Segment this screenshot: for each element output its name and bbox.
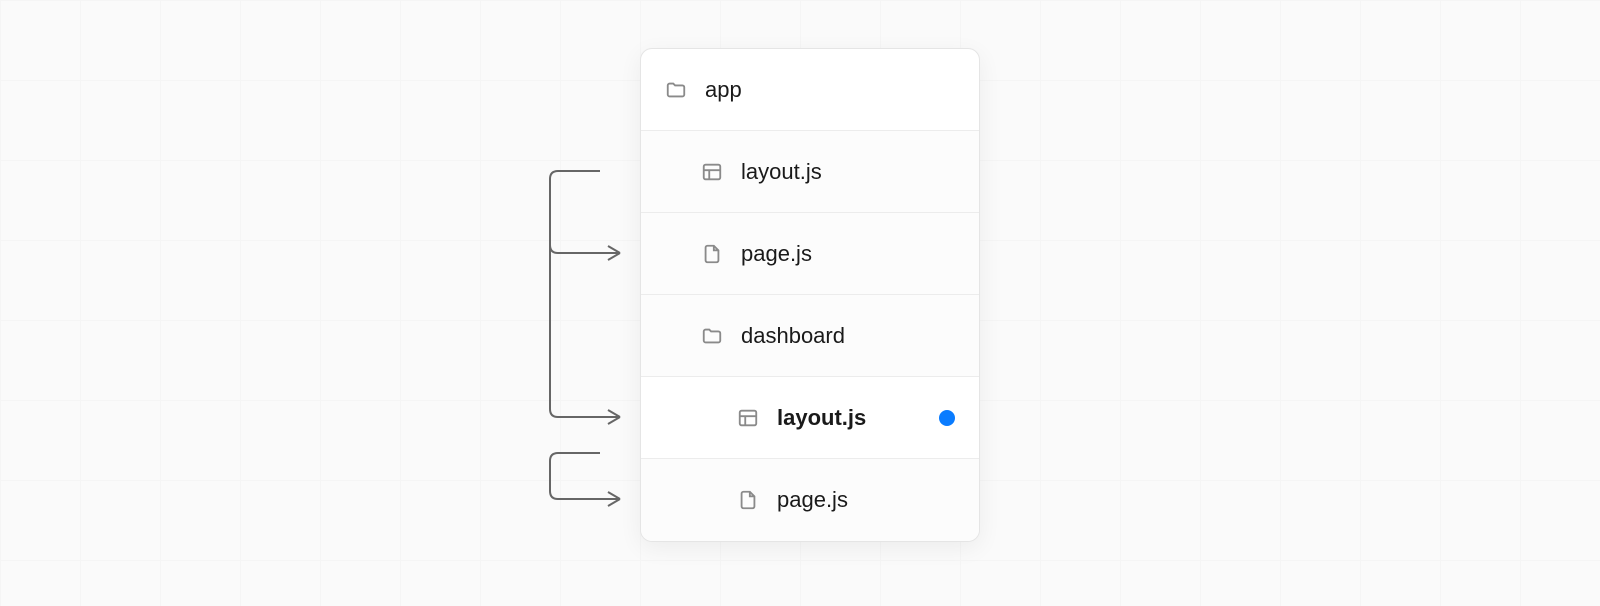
tree-item-layout[interactable]: layout.js [641,131,979,213]
tree-item-page-nested[interactable]: page.js [641,459,979,541]
tree-item-layout-nested[interactable]: layout.js [641,377,979,459]
tree-item-label: page.js [777,487,955,513]
tree-item-label: page.js [741,241,955,267]
tree-item-label: layout.js [777,405,921,431]
layout-icon [737,407,759,429]
file-tree-panel: app layout.js page.js [640,48,980,542]
folder-icon [701,325,723,347]
tree-item-label: layout.js [741,159,955,185]
tree-root[interactable]: app [641,49,979,131]
connector-arrows [540,48,640,548]
folder-icon [665,79,687,101]
tree-root-label: app [705,77,955,103]
file-icon [701,243,723,265]
diagram-stage: app layout.js page.js [0,0,1600,606]
file-icon [737,489,759,511]
tree-item-folder-dashboard[interactable]: dashboard [641,295,979,377]
layout-icon [701,161,723,183]
tree-item-label: dashboard [741,323,955,349]
active-dot-icon [939,410,955,426]
tree-item-page[interactable]: page.js [641,213,979,295]
